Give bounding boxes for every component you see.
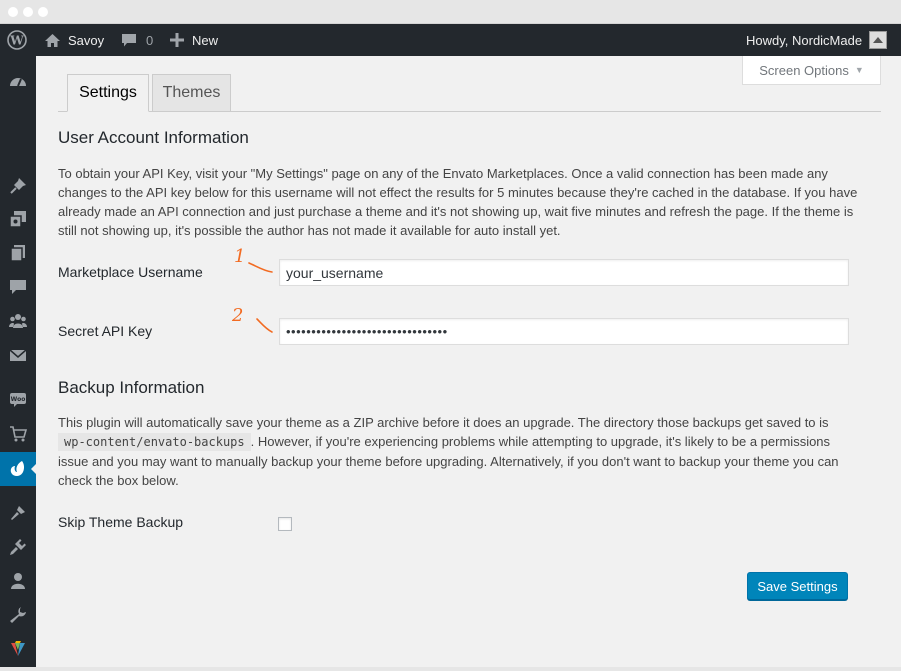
my-account-link[interactable]: Howdy, NordicMade <box>746 24 888 56</box>
menu-comments[interactable] <box>0 270 36 304</box>
avatar <box>869 31 888 49</box>
screen-options-label: Screen Options <box>759 62 849 78</box>
menu-media[interactable] <box>0 202 36 236</box>
username-input[interactable] <box>279 259 849 286</box>
menu-appearance[interactable] <box>0 496 36 530</box>
tab-settings[interactable]: Settings <box>67 74 149 112</box>
svg-text:Woo: Woo <box>11 396 26 403</box>
annotation-arrow-2: 2 <box>231 305 273 333</box>
media-icon <box>9 211 26 228</box>
user-account-heading: User Account Information <box>58 128 249 147</box>
window-bottom-edge <box>0 667 901 671</box>
site-name-link[interactable]: Savoy <box>44 24 104 56</box>
envato-icon <box>10 461 25 476</box>
caret-down-icon: ▼ <box>854 65 864 75</box>
menu-users[interactable] <box>0 564 36 598</box>
plus-icon <box>170 33 184 47</box>
menu-mail[interactable] <box>0 338 36 372</box>
users-icon <box>11 573 25 589</box>
menu-community[interactable] <box>0 304 36 338</box>
comments-link[interactable]: 0 <box>121 24 153 56</box>
community-icon <box>9 314 27 328</box>
save-settings-button[interactable]: Save Settings <box>747 572 848 600</box>
home-icon <box>45 33 60 47</box>
menu-plugins[interactable] <box>0 530 36 564</box>
skip-backup-label: Skip Theme Backup <box>58 514 184 530</box>
menu-visual-composer[interactable] <box>0 632 36 666</box>
annotation-number-2: 2 <box>231 305 243 326</box>
appearance-icon <box>11 506 25 520</box>
menu-tools[interactable] <box>0 598 36 632</box>
tab-themes[interactable]: Themes <box>152 74 231 112</box>
screen-options-button[interactable]: Screen Options ▼ <box>742 56 881 85</box>
new-label: New <box>192 32 219 48</box>
admin-bar: W Savoy 0 New Howdy, NordicMade <box>0 24 901 56</box>
backup-heading: Backup Information <box>58 378 205 397</box>
visual-composer-icon <box>11 641 25 656</box>
mail-icon <box>9 349 27 361</box>
skip-backup-checkbox[interactable] <box>278 517 292 531</box>
pages-icon <box>10 245 25 262</box>
api-key-label: Secret API Key <box>58 323 153 339</box>
tools-icon <box>10 607 26 623</box>
annotation-number-1: 1 <box>234 246 245 267</box>
greeting: Howdy, NordicMade <box>746 32 863 48</box>
comment-bubble-icon <box>122 33 136 46</box>
user-account-description: To obtain your API Key, visit your "My S… <box>58 166 858 238</box>
menu-pages[interactable] <box>0 236 36 270</box>
comments-icon <box>10 280 26 294</box>
plugins-icon <box>10 539 26 555</box>
woocommerce-icon: Woo <box>10 393 26 407</box>
backup-description-before: This plugin will automatically save your… <box>58 415 829 430</box>
menu-woocommerce[interactable]: Woo <box>0 382 36 416</box>
api-key-input[interactable] <box>279 318 849 345</box>
dashboard-icon <box>10 78 26 87</box>
browser-chrome <box>0 0 901 24</box>
annotation-arrow-1: 1 <box>234 246 273 273</box>
tab-themes-label: Themes <box>162 84 221 101</box>
window-close-dot[interactable] <box>8 7 18 17</box>
svg-text:W: W <box>9 34 24 48</box>
pin-icon <box>10 178 26 194</box>
backup-path: wp-content/envato-backups <box>58 433 251 451</box>
window-zoom-dot[interactable] <box>38 7 48 17</box>
menu-products[interactable] <box>0 417 36 451</box>
menu-posts[interactable] <box>0 169 36 203</box>
menu-envato-toolkit[interactable] <box>0 452 37 486</box>
username-label: Marketplace Username <box>58 264 203 280</box>
wordpress-logo-icon[interactable]: W <box>7 24 27 56</box>
menu-dashboard[interactable] <box>0 65 36 99</box>
admin-sidebar: Woo <box>0 56 37 671</box>
new-content-link[interactable]: New <box>170 24 218 56</box>
window-minimize-dot[interactable] <box>23 7 33 17</box>
comments-count: 0 <box>146 32 154 48</box>
tab-settings-label: Settings <box>79 84 137 101</box>
backup-description: This plugin will automatically save your… <box>58 413 858 490</box>
site-name: Savoy <box>68 32 105 48</box>
cart-icon <box>10 426 27 442</box>
